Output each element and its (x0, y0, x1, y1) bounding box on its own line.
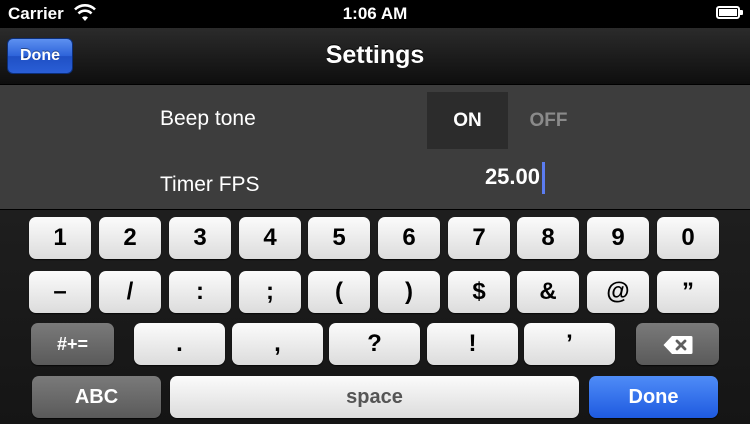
key-dash[interactable]: – (29, 271, 91, 313)
beep-tone-off-button[interactable]: OFF (508, 92, 589, 149)
key-slash[interactable]: / (99, 271, 161, 313)
text-cursor (542, 162, 545, 194)
key-8[interactable]: 8 (517, 217, 579, 259)
beep-tone-label: Beep tone (160, 107, 256, 130)
space-key[interactable]: space (170, 376, 579, 418)
backspace-icon (663, 335, 692, 354)
timer-fps-label: Timer FPS (160, 173, 260, 196)
key-5[interactable]: 5 (308, 217, 370, 259)
symbols-toggle-key[interactable]: #+= (31, 323, 114, 365)
key-0[interactable]: 0 (657, 217, 719, 259)
key-period[interactable]: . (134, 323, 225, 365)
battery-full-icon (716, 6, 743, 19)
key-apostrophe[interactable]: ’ (524, 323, 615, 365)
key-colon[interactable]: : (169, 271, 231, 313)
key-7[interactable]: 7 (448, 217, 510, 259)
settings-panel: Beep tone ON OFF Timer FPS 25.00 (0, 85, 750, 209)
key-at[interactable]: @ (587, 271, 649, 313)
key-ampersand[interactable]: & (517, 271, 579, 313)
key-9[interactable]: 9 (587, 217, 649, 259)
navigation-bar: Done Settings (0, 28, 750, 85)
key-6[interactable]: 6 (378, 217, 440, 259)
beep-tone-on-button[interactable]: ON (427, 92, 508, 149)
key-1[interactable]: 1 (29, 217, 91, 259)
key-4[interactable]: 4 (239, 217, 301, 259)
key-2[interactable]: 2 (99, 217, 161, 259)
key-quote[interactable]: ” (657, 271, 719, 313)
status-time: 1:06 AM (342, 4, 408, 23)
numeric-keyboard: 1 2 3 4 5 6 7 8 9 0 – / : ; ( ) $ & @ ” … (0, 209, 750, 424)
abc-key[interactable]: ABC (32, 376, 161, 418)
key-question[interactable]: ? (329, 323, 420, 365)
delete-key[interactable] (636, 323, 719, 365)
status-bar: Carrier 1:06 AM (0, 0, 750, 28)
timer-fps-input[interactable]: 25.00 (440, 164, 540, 190)
key-3[interactable]: 3 (169, 217, 231, 259)
keyboard-done-key[interactable]: Done (589, 376, 718, 418)
page-title: Settings (325, 41, 425, 69)
key-dollar[interactable]: $ (448, 271, 510, 313)
key-exclamation[interactable]: ! (427, 323, 518, 365)
key-close-paren[interactable]: ) (378, 271, 440, 313)
key-open-paren[interactable]: ( (308, 271, 370, 313)
key-semicolon[interactable]: ; (239, 271, 301, 313)
key-comma[interactable]: , (232, 323, 323, 365)
